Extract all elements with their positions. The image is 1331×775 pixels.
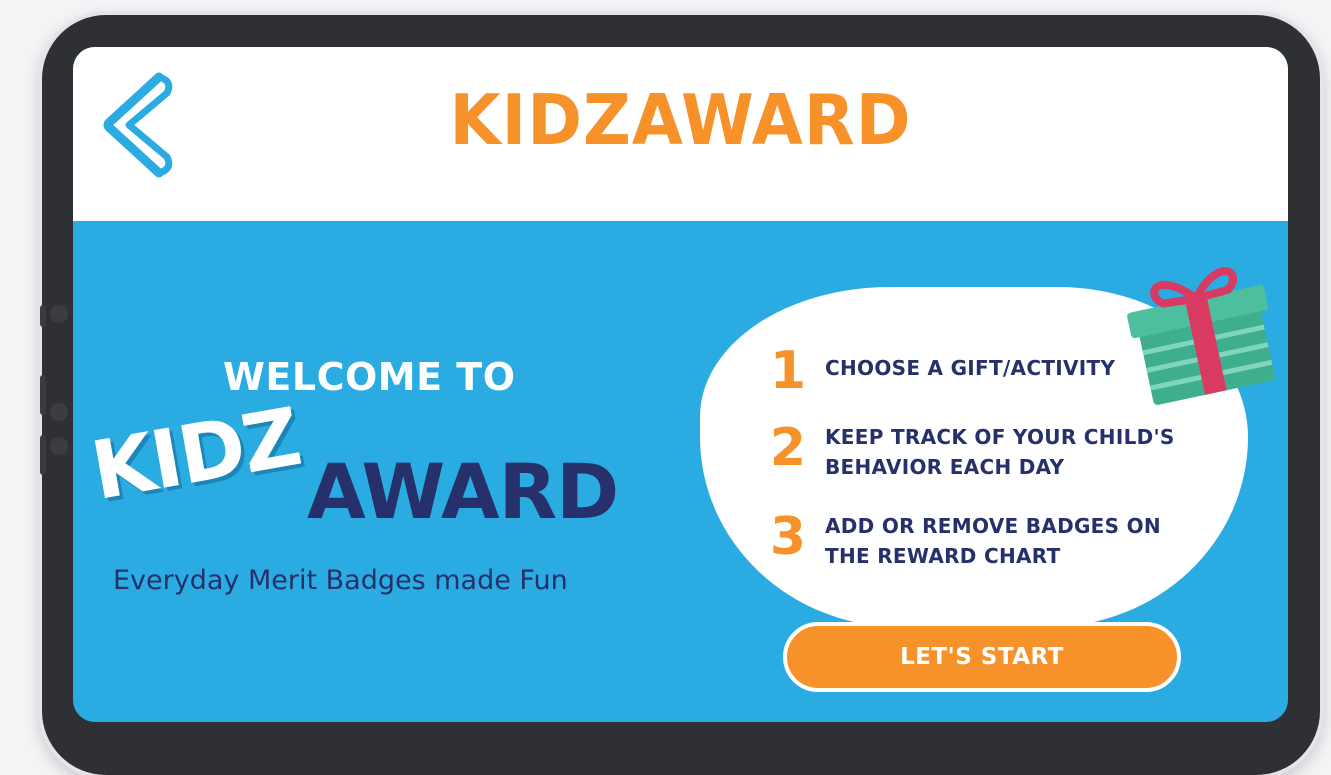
step-number: 3 <box>769 507 807 567</box>
step-number: 2 <box>769 418 807 478</box>
step-2: 2 KEEP TRACK OF YOUR CHILD'S BEHAVIOR EA… <box>763 422 1175 482</box>
step-1: 1 CHOOSE A GIFT/ACTIVITY <box>763 345 1115 397</box>
app-title: KIDZAWARD <box>449 80 912 161</box>
header-bar: KIDZAWARD <box>73 47 1288 221</box>
step-3: 3 ADD OR REMOVE BADGES ON THE REWARD CHA… <box>763 511 1161 571</box>
step-number: 1 <box>769 341 807 401</box>
camera-dot <box>50 305 68 323</box>
tagline: Everyday Merit Badges made Fun <box>113 565 568 596</box>
step-text: CHOOSE A GIFT/ACTIVITY <box>825 356 1116 380</box>
gift-box-icon <box>1127 267 1275 405</box>
kidzaward-logo: KIDZ AWARD <box>85 390 661 545</box>
step-text: KEEP TRACK OF YOUR CHILD'S BEHAVIOR EACH… <box>825 425 1175 479</box>
step-text: ADD OR REMOVE BADGES ON THE REWARD CHART <box>825 514 1161 568</box>
welcome-heading: WELCOME TO <box>223 355 516 399</box>
logo-kidz-text: KIDZ <box>84 390 307 518</box>
side-button <box>40 375 46 415</box>
logo-award-text: AWARD <box>307 447 619 536</box>
side-button <box>40 435 46 475</box>
sensor-dot <box>50 437 68 455</box>
sensor-dot <box>50 403 68 421</box>
lets-start-button[interactable]: LET'S START <box>783 622 1181 692</box>
app-screen: KIDZAWARD WELCOME TO KIDZ AWARD Everyday… <box>73 47 1288 722</box>
side-button <box>40 305 46 327</box>
